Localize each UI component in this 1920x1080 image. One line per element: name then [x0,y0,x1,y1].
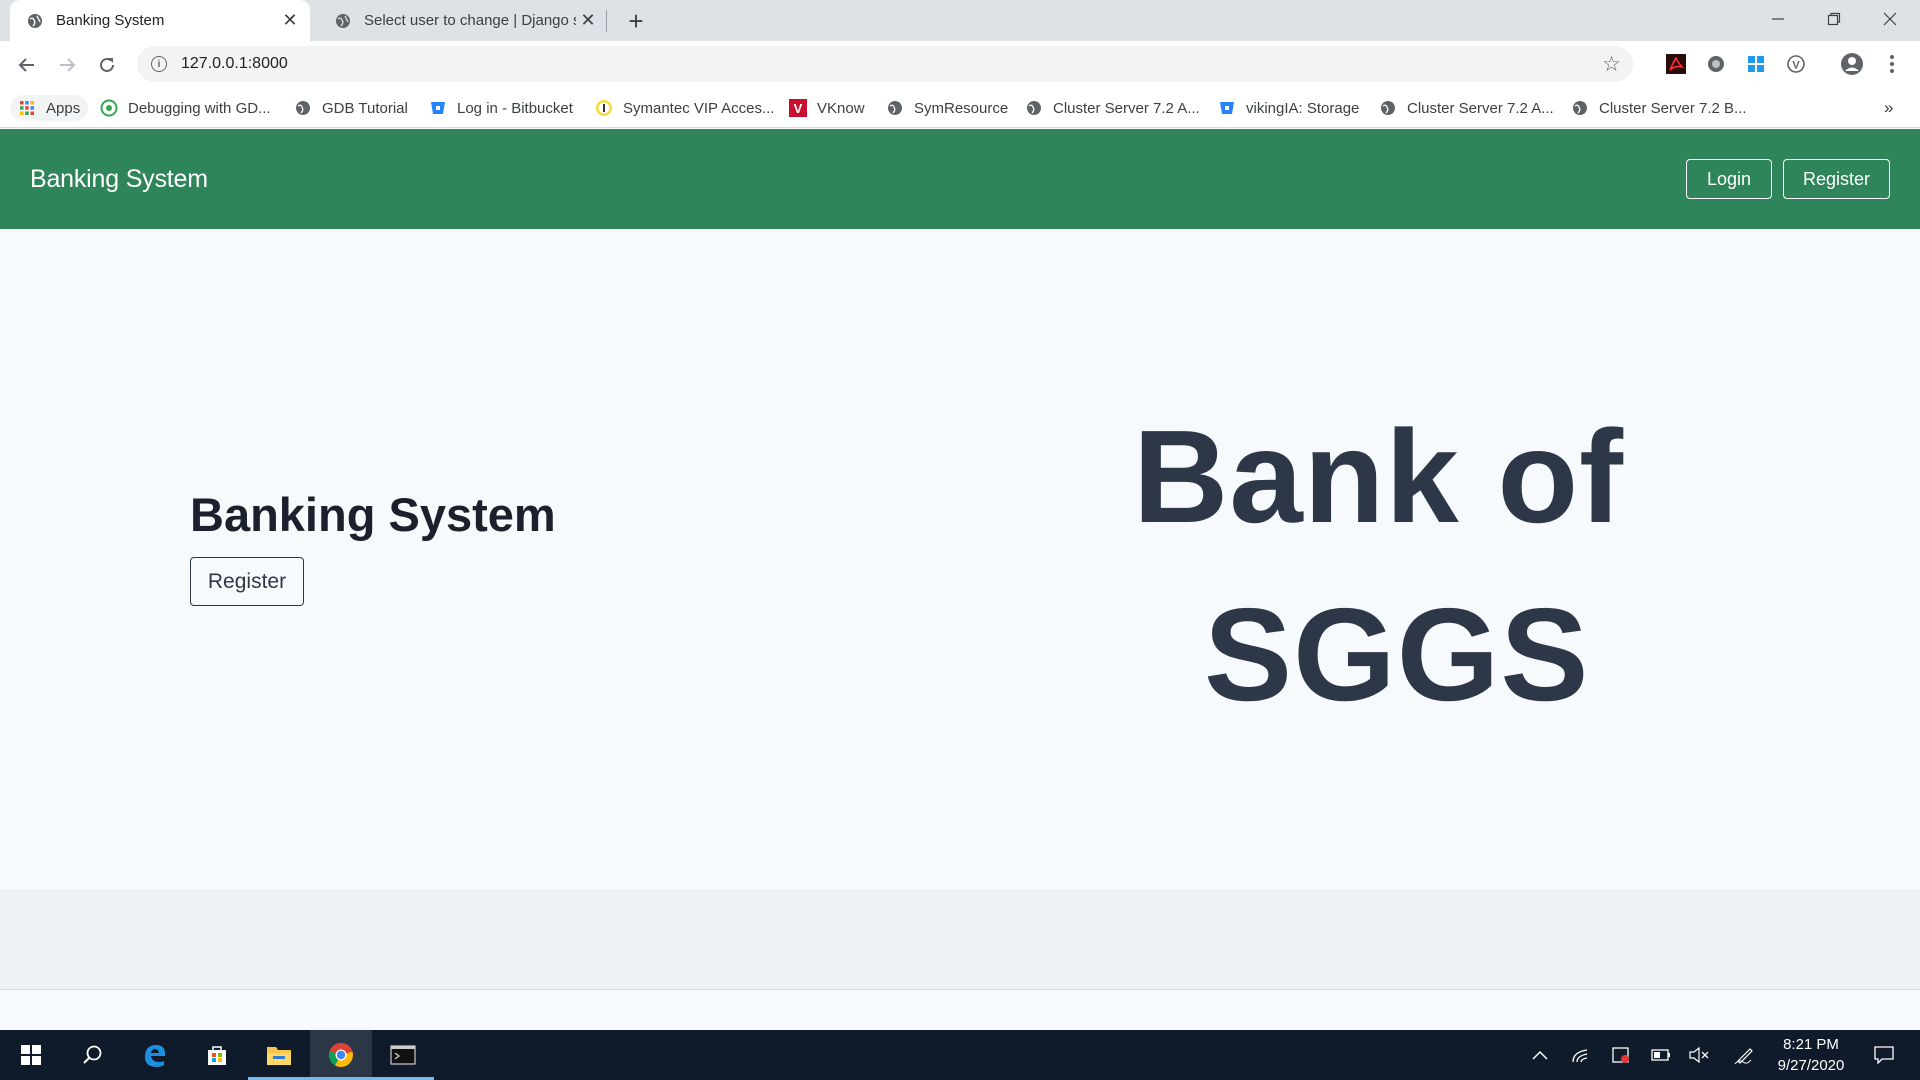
bookmark-cluster-server-a1[interactable]: Cluster Server 7.2 A... [1025,95,1200,121]
bookmark-gdb-tutorial[interactable]: GDB Tutorial [294,95,408,121]
edge-browser-icon[interactable] [124,1030,186,1080]
clock-date: 9/27/2020 [1777,1057,1845,1074]
volume-muted-icon[interactable] [1684,1030,1714,1080]
site-info-icon[interactable]: i [151,56,167,72]
tab-separator [606,10,607,32]
bookmark-vikingia-storage[interactable]: vikingIA: Storage [1218,95,1359,121]
url-text: 127.0.0.1:8000 [181,55,288,72]
bookmark-label: Debugging with GD... [128,99,271,117]
notifications-icon[interactable] [1864,1030,1904,1080]
globe-icon [294,99,312,117]
address-bar[interactable]: i 127.0.0.1:8000 ☆ [137,46,1633,82]
v-extension-icon[interactable]: V [1784,52,1808,76]
bookmark-label: SymResource [914,99,1009,117]
clock-time: 8:21 PM [1783,1036,1839,1053]
search-icon[interactable] [62,1030,124,1080]
navbar-register-button[interactable]: Register [1783,159,1890,199]
svg-text:V: V [794,101,803,116]
forward-arrow-icon[interactable] [50,48,84,82]
bookmark-star-icon[interactable]: ☆ [1602,52,1621,77]
globe-icon [1379,99,1397,117]
hero-bank-name-line2: SGGS [1204,581,1590,728]
page-footer [0,889,1920,989]
bookmark-label: Log in - Bitbucket [457,99,573,117]
page-bottom-strip [0,989,1920,1030]
security-alert-icon[interactable] [1606,1030,1636,1080]
battery-icon[interactable] [1646,1030,1676,1080]
profile-avatar-icon[interactable] [1840,52,1864,76]
bookmark-label: VKnow [817,99,865,117]
close-tab-icon[interactable]: ✕ [576,9,600,33]
windows-taskbar: 8:21 PM 9/27/2020 [0,1030,1920,1080]
reload-icon[interactable] [90,48,124,82]
login-button[interactable]: Login [1686,159,1772,199]
restore-icon[interactable] [1806,0,1862,38]
globe-icon [334,12,352,30]
bookmark-apps[interactable]: Apps [10,95,89,121]
close-window-icon[interactable] [1862,0,1918,38]
globe-icon [26,12,44,30]
bookmarks-bar: Apps Debugging with GD... GDB Tutorial L… [0,87,1920,128]
kebab-menu-icon[interactable] [1880,52,1904,76]
more-bookmarks-chevron[interactable]: » [1884,95,1893,121]
back-arrow-icon[interactable] [10,48,44,82]
tab-banking-system[interactable]: Banking System ✕ [10,0,310,41]
hero-register-button[interactable]: Register [190,557,304,606]
tab-title: Banking System [56,12,165,29]
apps-grid-icon [18,99,36,117]
bookmark-symantec-vip[interactable]: Symantec VIP Acces... [595,95,774,121]
vknow-icon: V [789,99,807,117]
minimize-icon[interactable] [1750,0,1806,38]
navbar-brand[interactable]: Banking System [30,129,208,229]
terminal-icon[interactable] [372,1030,434,1080]
close-tab-icon[interactable]: ✕ [278,9,302,33]
bookmark-label: Cluster Server 7.2 B... [1599,99,1747,117]
windows-extension-icon[interactable] [1744,52,1768,76]
bookmark-label: GDB Tutorial [322,99,408,117]
hero-bank-name-line1: Bank of [1133,403,1625,550]
system-clock[interactable]: 8:21 PM 9/27/2020 [1766,1034,1856,1076]
store-bag-icon[interactable] [186,1030,248,1080]
hero-title: Banking System [190,488,556,541]
bitbucket-icon [1218,99,1236,117]
bookmark-label: Apps [46,99,81,117]
green-circle-icon [100,99,118,117]
globe-icon [1571,99,1589,117]
bookmark-bitbucket[interactable]: Log in - Bitbucket [429,95,573,121]
bookmark-label: Cluster Server 7.2 A... [1053,99,1200,117]
bookmark-cluster-server-b[interactable]: Cluster Server 7.2 B... [1571,95,1747,121]
site-navbar: Banking System Login Register [0,129,1920,229]
file-explorer-icon[interactable] [248,1030,310,1080]
bookmark-label: Symantec VIP Acces... [623,99,775,117]
tab-django-admin[interactable]: Select user to change | Django si ✕ [318,0,608,41]
main-hero-section: Banking System Register Bank of SGGS [0,229,1920,889]
windows-start-icon[interactable] [0,1030,62,1080]
network-icon[interactable] [1566,1030,1596,1080]
tab-title: Select user to change | Django si [364,12,576,29]
bookmark-label: Cluster Server 7.2 A... [1407,99,1554,117]
circle-extension-icon[interactable] [1704,52,1728,76]
globe-icon [1025,99,1043,117]
svg-text:V: V [1792,60,1800,72]
browser-toolbar: i 127.0.0.1:8000 ☆ V [0,41,1920,87]
bookmark-label: vikingIA: Storage [1246,99,1360,117]
pen-ink-icon[interactable] [1730,1030,1760,1080]
bookmark-symresource[interactable]: SymResource [886,95,1008,121]
bookmark-cluster-server-a2[interactable]: Cluster Server 7.2 A... [1379,95,1554,121]
globe-icon [886,99,904,117]
acrobat-extension-icon[interactable] [1664,52,1688,76]
new-tab-plus-icon[interactable]: + [622,6,650,36]
chevron-up-icon[interactable] [1526,1030,1554,1080]
bookmark-vknow[interactable]: V VKnow [789,95,865,121]
chrome-icon[interactable] [310,1030,372,1080]
bitbucket-icon [429,99,447,117]
browser-tab-strip: Banking System ✕ Select user to change |… [0,0,1920,41]
symantec-icon [595,99,613,117]
bookmark-debugging-gdb[interactable]: Debugging with GD... [100,95,271,121]
